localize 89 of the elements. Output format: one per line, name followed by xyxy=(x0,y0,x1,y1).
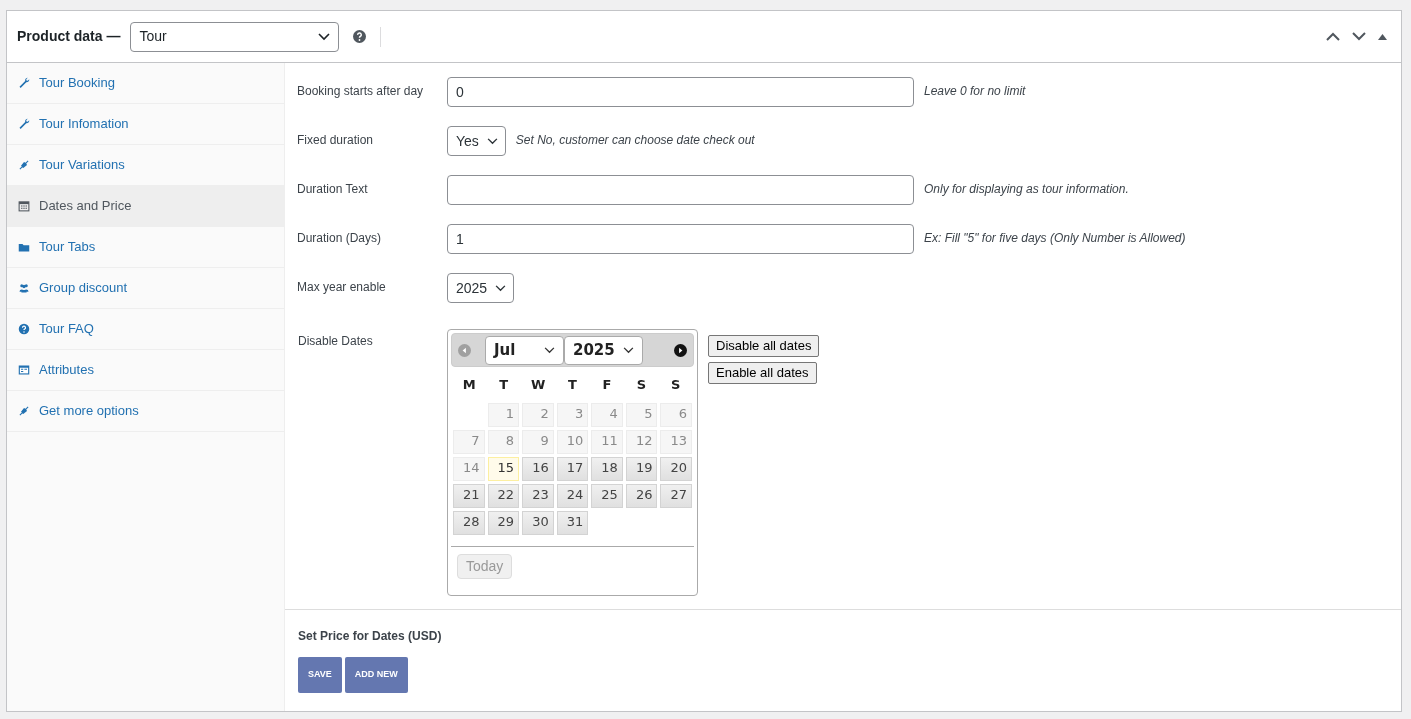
calendar-day[interactable]: 22 xyxy=(487,484,520,508)
move-down-icon[interactable] xyxy=(1352,32,1366,41)
field-label: Duration Text xyxy=(297,181,369,198)
chevron-down-icon xyxy=(318,32,331,41)
calendar-day[interactable]: 20 xyxy=(660,457,692,481)
text-field[interactable] xyxy=(447,175,914,205)
field-label: Fixed duration xyxy=(297,132,375,149)
calendar-day[interactable]: 18 xyxy=(591,457,623,481)
calendar-day[interactable]: 21 xyxy=(453,484,485,508)
calendar-day: 9 xyxy=(522,430,554,454)
calendar-day: 13 xyxy=(660,430,692,454)
people-icon xyxy=(18,282,30,294)
calendar-day[interactable]: 28 xyxy=(453,511,485,535)
calendar-icon xyxy=(18,200,30,212)
dropdown[interactable]: 2025 xyxy=(447,273,515,303)
calendar-day: 14 xyxy=(453,457,485,481)
help-icon xyxy=(18,323,30,335)
next-month-icon[interactable] xyxy=(674,343,687,357)
sidebar-tab[interactable]: Tour Booking xyxy=(7,63,284,104)
collapse-icon[interactable] xyxy=(1378,33,1387,40)
card-icon xyxy=(18,364,30,376)
panel-title: Product data — xyxy=(17,27,121,46)
plug-icon xyxy=(18,159,30,171)
calendar-day[interactable]: 29 xyxy=(487,511,520,535)
weekday-header: W xyxy=(529,376,547,394)
product-type-select[interactable]: Tour xyxy=(130,21,340,52)
weekday-header: T xyxy=(498,376,510,394)
calendar-day[interactable]: 24 xyxy=(556,484,589,508)
calendar-day: 2 xyxy=(522,403,554,427)
weekday-header: T xyxy=(567,376,578,394)
wrench-icon xyxy=(18,77,30,89)
calendar-day[interactable]: 31 xyxy=(556,511,589,535)
weekday-header: F xyxy=(601,376,613,394)
chevron-down-icon xyxy=(495,284,507,292)
help-icon[interactable] xyxy=(353,30,367,43)
field-label: Duration (Days) xyxy=(297,230,383,247)
calendar-day: 1 xyxy=(487,403,520,427)
field-label: Booking starts after day xyxy=(297,83,425,100)
price-button[interactable]: SAVE xyxy=(298,657,342,693)
calendar-day[interactable]: 23 xyxy=(522,484,554,508)
sidebar-tab[interactable]: Tour Tabs xyxy=(7,227,284,268)
sidebar-tab[interactable]: Tour Infomation xyxy=(7,104,284,145)
plug-icon xyxy=(18,405,30,417)
weekday-header: S xyxy=(670,376,682,394)
sidebar-tab[interactable]: Attributes xyxy=(7,350,284,391)
calendar-day: 3 xyxy=(556,403,589,427)
chevron-down-icon xyxy=(486,137,498,145)
calendar-day: 4 xyxy=(591,403,623,427)
calendar-day[interactable]: 25 xyxy=(591,484,623,508)
calendar-day[interactable]: 17 xyxy=(556,457,589,481)
weekday-header: S xyxy=(635,376,648,394)
weekday-header: M xyxy=(461,376,477,394)
calendar-day[interactable]: 16 xyxy=(522,457,554,481)
dates-button[interactable]: Enable all dates xyxy=(708,362,817,384)
field-label: Disable Dates xyxy=(298,333,374,350)
field-hint: Only for displaying as tour information. xyxy=(924,181,1129,198)
field-hint: Ex: Fill "5" for five days (Only Number is Allowed) xyxy=(924,230,1186,247)
wrench-icon xyxy=(18,118,30,130)
text-field[interactable]: 0 xyxy=(447,77,914,107)
calendar-day[interactable]: 19 xyxy=(625,457,658,481)
field-hint: Leave 0 for no limit xyxy=(924,83,1026,100)
month-select[interactable]: Jul xyxy=(485,335,564,365)
calendar-day[interactable]: 30 xyxy=(522,511,554,535)
calendar-day: 5 xyxy=(625,403,658,427)
calendar-day: 6 xyxy=(660,403,692,427)
move-up-icon[interactable] xyxy=(1326,32,1340,41)
folder-icon xyxy=(18,241,30,253)
field-hint: Set No, customer can choose date check out xyxy=(515,132,755,149)
field-label: Max year enable xyxy=(297,279,387,296)
calendar-day: 11 xyxy=(591,430,623,454)
calendar-day[interactable]: 26 xyxy=(625,484,658,508)
calendar-day: 8 xyxy=(487,430,520,454)
calendar-day: 7 xyxy=(453,430,485,454)
year-select[interactable]: 2025 xyxy=(564,335,643,365)
sidebar-tab[interactable]: Tour FAQ xyxy=(7,309,284,350)
calendar-day[interactable]: 27 xyxy=(660,484,692,508)
text-field[interactable]: 1 xyxy=(447,224,914,254)
price-button[interactable]: ADD NEW xyxy=(344,657,408,693)
sidebar-tab[interactable]: Get more options xyxy=(7,391,284,432)
dropdown[interactable]: Yes xyxy=(447,126,506,156)
calendar-day: 12 xyxy=(625,430,658,454)
section-title: Set Price for Dates (USD) xyxy=(298,628,443,645)
calendar-day: 10 xyxy=(556,430,589,454)
chevron-down-icon xyxy=(544,346,555,354)
sidebar-tab[interactable]: Dates and Price xyxy=(7,186,284,227)
sidebar-tab[interactable]: Group discount xyxy=(7,268,284,309)
chevron-down-icon xyxy=(623,346,634,354)
calendar-day[interactable]: 15 xyxy=(487,457,520,481)
dates-button[interactable]: Disable all dates xyxy=(708,335,820,357)
